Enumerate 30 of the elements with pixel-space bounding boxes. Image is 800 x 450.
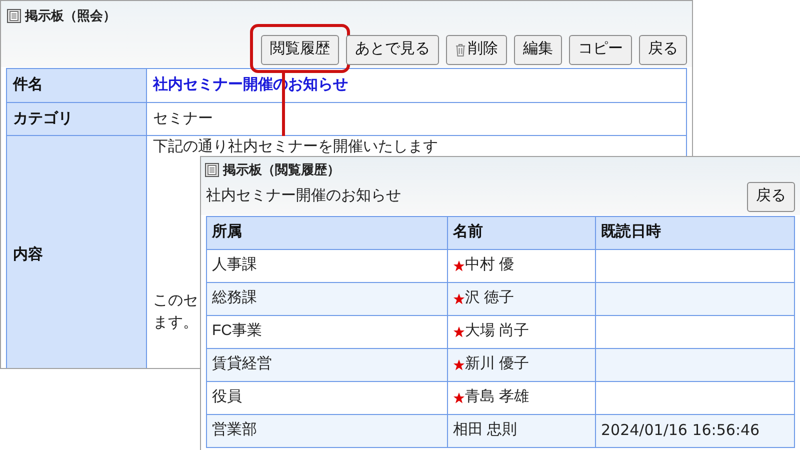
table-cell: 総務課 (207, 282, 447, 314)
column-header: 所属 (207, 216, 447, 248)
trash-icon (455, 42, 466, 56)
subject-text: 社内セミナー開催のお知らせ (206, 186, 401, 206)
document-icon (7, 8, 21, 23)
column-header: 名前 (447, 216, 595, 248)
window-title: 掲示板（閲覧履歴） (223, 161, 340, 179)
document-icon (205, 162, 219, 177)
toolbar-button[interactable]: あとで見る (346, 34, 439, 64)
table-cell-text: 新川 優子 (465, 354, 530, 374)
table-cell: 賃貸経営 (207, 348, 447, 380)
field-label: 内容 (7, 135, 147, 368)
toolbar-button[interactable]: コピー (569, 34, 632, 64)
field-label: 件名 (7, 69, 147, 102)
toolbar-button[interactable]: 削除 (446, 34, 507, 64)
back-button[interactable]: 戻る (747, 182, 795, 212)
table-cell: 営業部 (207, 414, 447, 446)
table-cell-text: 沢 徳子 (465, 288, 514, 308)
table-cell-text: 青島 孝雄 (465, 387, 530, 408)
field-label: カテゴリ (7, 102, 147, 135)
window-title: 掲示板（照会） (25, 7, 116, 25)
table-cell: 2024/01/16 16:56:46 (595, 414, 794, 446)
toolbar-button[interactable]: 編集 (514, 34, 562, 64)
table-cell-text: 大場 尚子 (465, 321, 530, 342)
column-header: 既読日時 (595, 216, 794, 248)
table-cell-text: 相田 忠則 (453, 420, 518, 440)
toolbar-button[interactable]: 閲覧履歴 (261, 34, 339, 64)
field-value: セミナー (153, 108, 213, 129)
toolbar-button[interactable]: 戻る (639, 34, 687, 64)
table-cell-text: 中村 優 (465, 255, 514, 276)
